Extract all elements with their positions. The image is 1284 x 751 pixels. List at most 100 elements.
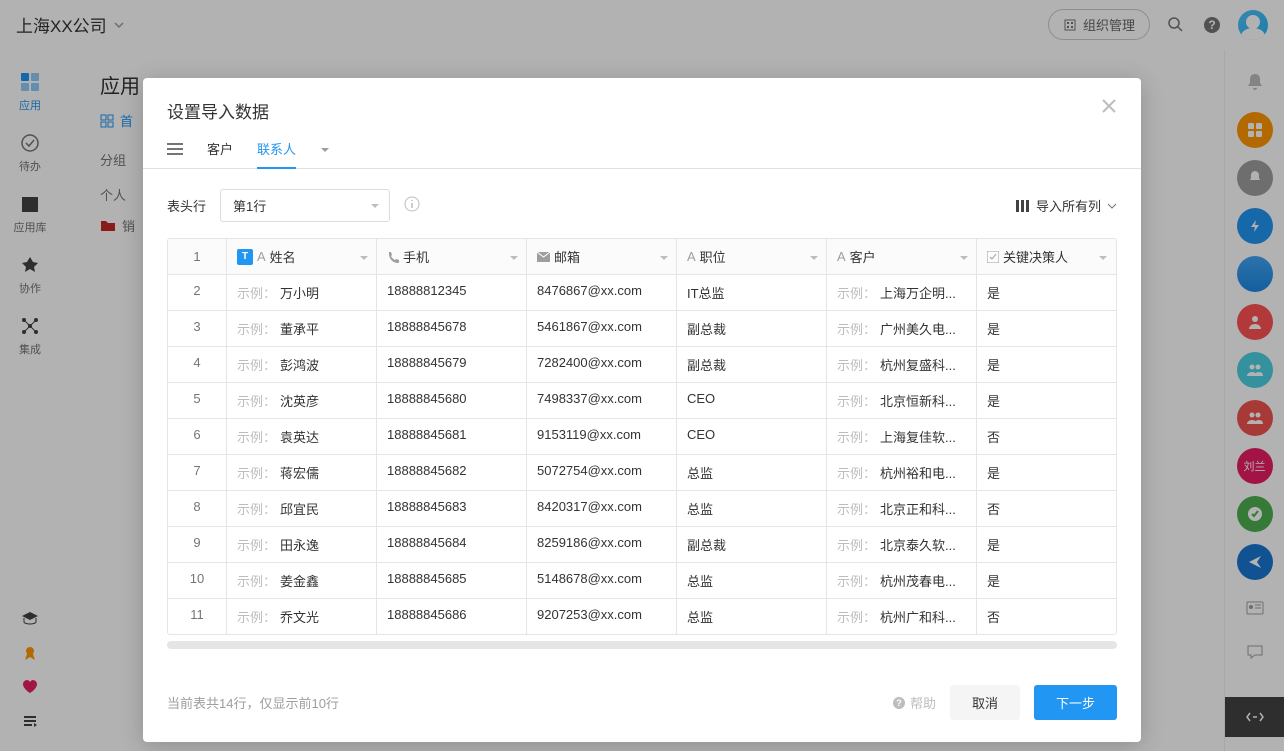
cell-position: 副总裁 <box>677 311 827 346</box>
modal-title: 设置导入数据 <box>167 98 269 123</box>
cell-name: 示例：乔文光 <box>227 599 377 634</box>
cell-position: 副总裁 <box>677 527 827 562</box>
cell-position: 总监 <box>677 599 827 634</box>
cell-phone: 18888812345 <box>377 275 527 310</box>
cell-phone: 18888845685 <box>377 563 527 598</box>
table-row: 5示例：沈英彦188888456807498337@xx.comCEO示例：北京… <box>168 383 1116 419</box>
cell-name: 示例：邱宜民 <box>227 491 377 526</box>
cell-position: 总监 <box>677 491 827 526</box>
cell-phone: 18888845682 <box>377 455 527 490</box>
cell-name: 示例：沈英彦 <box>227 383 377 418</box>
cell-phone: 18888845678 <box>377 311 527 346</box>
cell-email: 5148678@xx.com <box>527 563 677 598</box>
caret-down-icon <box>660 256 668 261</box>
import-data-modal: 设置导入数据 客户 联系人 表头行 第1行 <box>143 78 1141 742</box>
cell-customer: 示例：上海复佳软... <box>827 419 977 454</box>
import-all-columns[interactable]: 导入所有列 <box>1016 196 1117 215</box>
cell-customer: 示例：北京泰久软... <box>827 527 977 562</box>
header-row-select[interactable]: 第1行 <box>220 189 390 222</box>
email-icon <box>537 252 550 262</box>
import-preview-table: 1 T A 姓名 手机 邮箱 <box>167 238 1117 635</box>
row-index: 4 <box>168 347 227 382</box>
caret-down-icon <box>960 256 968 261</box>
cell-key: 是 <box>977 275 1115 310</box>
row-index: 8 <box>168 491 227 526</box>
cell-phone: 18888845683 <box>377 491 527 526</box>
cell-key: 否 <box>977 599 1115 634</box>
cell-position: 副总裁 <box>677 347 827 382</box>
next-button[interactable]: 下一步 <box>1034 685 1117 720</box>
cell-email: 8476867@xx.com <box>527 275 677 310</box>
caret-down-icon <box>810 256 818 261</box>
cell-email: 8420317@xx.com <box>527 491 677 526</box>
cell-position: IT总监 <box>677 275 827 310</box>
tab-dropdown[interactable] <box>320 141 330 166</box>
header-row-value: 第1行 <box>233 199 266 214</box>
cell-key: 是 <box>977 383 1115 418</box>
table-row: 7示例：蒋宏儒188888456825072754@xx.com总监示例：杭州裕… <box>168 455 1116 491</box>
caret-down-icon <box>320 147 330 153</box>
cell-name: 示例：万小明 <box>227 275 377 310</box>
cell-position: 总监 <box>677 563 827 598</box>
cell-phone: 18888845681 <box>377 419 527 454</box>
cell-key: 否 <box>977 491 1115 526</box>
modal-close-button[interactable] <box>1101 98 1117 118</box>
caret-down-icon <box>510 256 518 261</box>
cell-name: 示例：袁英达 <box>227 419 377 454</box>
row-index: 6 <box>168 419 227 454</box>
columns-icon <box>1016 200 1030 212</box>
cell-key: 是 <box>977 311 1115 346</box>
tab-menu-button[interactable] <box>167 143 183 165</box>
cell-customer: 示例：上海万企明... <box>827 275 977 310</box>
col-header-customer[interactable]: A 客户 <box>827 239 977 274</box>
cell-phone: 18888845679 <box>377 347 527 382</box>
row-index: 11 <box>168 599 227 634</box>
table-row: 6示例：袁英达188888456819153119@xx.comCEO示例：上海… <box>168 419 1116 455</box>
close-icon <box>1101 98 1117 114</box>
table-row: 3示例：董承平188888456785461867@xx.com副总裁示例：广州… <box>168 311 1116 347</box>
tab-contact[interactable]: 联系人 <box>257 139 296 168</box>
cell-name: 示例：彭鸿波 <box>227 347 377 382</box>
row-index: 9 <box>168 527 227 562</box>
cell-key: 是 <box>977 455 1115 490</box>
cell-email: 5461867@xx.com <box>527 311 677 346</box>
text-field-icon: A <box>837 249 846 264</box>
cell-customer: 示例：杭州广和科... <box>827 599 977 634</box>
cell-email: 7498337@xx.com <box>527 383 677 418</box>
cell-name: 示例：董承平 <box>227 311 377 346</box>
cancel-button[interactable]: 取消 <box>950 685 1020 720</box>
cell-key: 否 <box>977 419 1115 454</box>
cell-customer: 示例：杭州复盛科... <box>827 347 977 382</box>
cell-email: 8259186@xx.com <box>527 527 677 562</box>
table-row: 10示例：姜金鑫188888456855148678@xx.com总监示例：杭州… <box>168 563 1116 599</box>
horizontal-scrollbar[interactable] <box>167 641 1117 649</box>
cell-customer: 示例：广州美久电... <box>827 311 977 346</box>
cell-key: 是 <box>977 347 1115 382</box>
col-header-key[interactable]: 关键决策人 <box>977 239 1115 274</box>
row-index: 7 <box>168 455 227 490</box>
cell-customer: 示例：杭州裕和电... <box>827 455 977 490</box>
cell-name: 示例：蒋宏儒 <box>227 455 377 490</box>
text-field-icon: A <box>257 249 266 264</box>
cell-customer: 示例：北京正和科... <box>827 491 977 526</box>
row-index: 3 <box>168 311 227 346</box>
help-link[interactable]: ? 帮助 <box>892 693 936 712</box>
info-button[interactable] <box>404 196 420 215</box>
cell-email: 9207253@xx.com <box>527 599 677 634</box>
cell-phone: 18888845684 <box>377 527 527 562</box>
cell-key: 是 <box>977 563 1115 598</box>
col-header-email[interactable]: 邮箱 <box>527 239 677 274</box>
row-index: 2 <box>168 275 227 310</box>
col-header-phone[interactable]: 手机 <box>377 239 527 274</box>
cell-phone: 18888845686 <box>377 599 527 634</box>
tab-customer[interactable]: 客户 <box>207 139 233 168</box>
table-row: 4示例：彭鸿波188888456797282400@xx.com副总裁示例：杭州… <box>168 347 1116 383</box>
col-header-position[interactable]: A 职位 <box>677 239 827 274</box>
table-row: 11示例：乔文光188888456869207253@xx.com总监示例：杭州… <box>168 599 1116 634</box>
col-header-name[interactable]: T A 姓名 <box>227 239 377 274</box>
footer-note: 当前表共14行，仅显示前10行 <box>167 693 339 712</box>
cell-email: 7282400@xx.com <box>527 347 677 382</box>
caret-down-icon <box>1099 256 1107 261</box>
table-row: 2示例：万小明188888123458476867@xx.comIT总监示例：上… <box>168 275 1116 311</box>
cell-customer: 示例：北京恒新科... <box>827 383 977 418</box>
